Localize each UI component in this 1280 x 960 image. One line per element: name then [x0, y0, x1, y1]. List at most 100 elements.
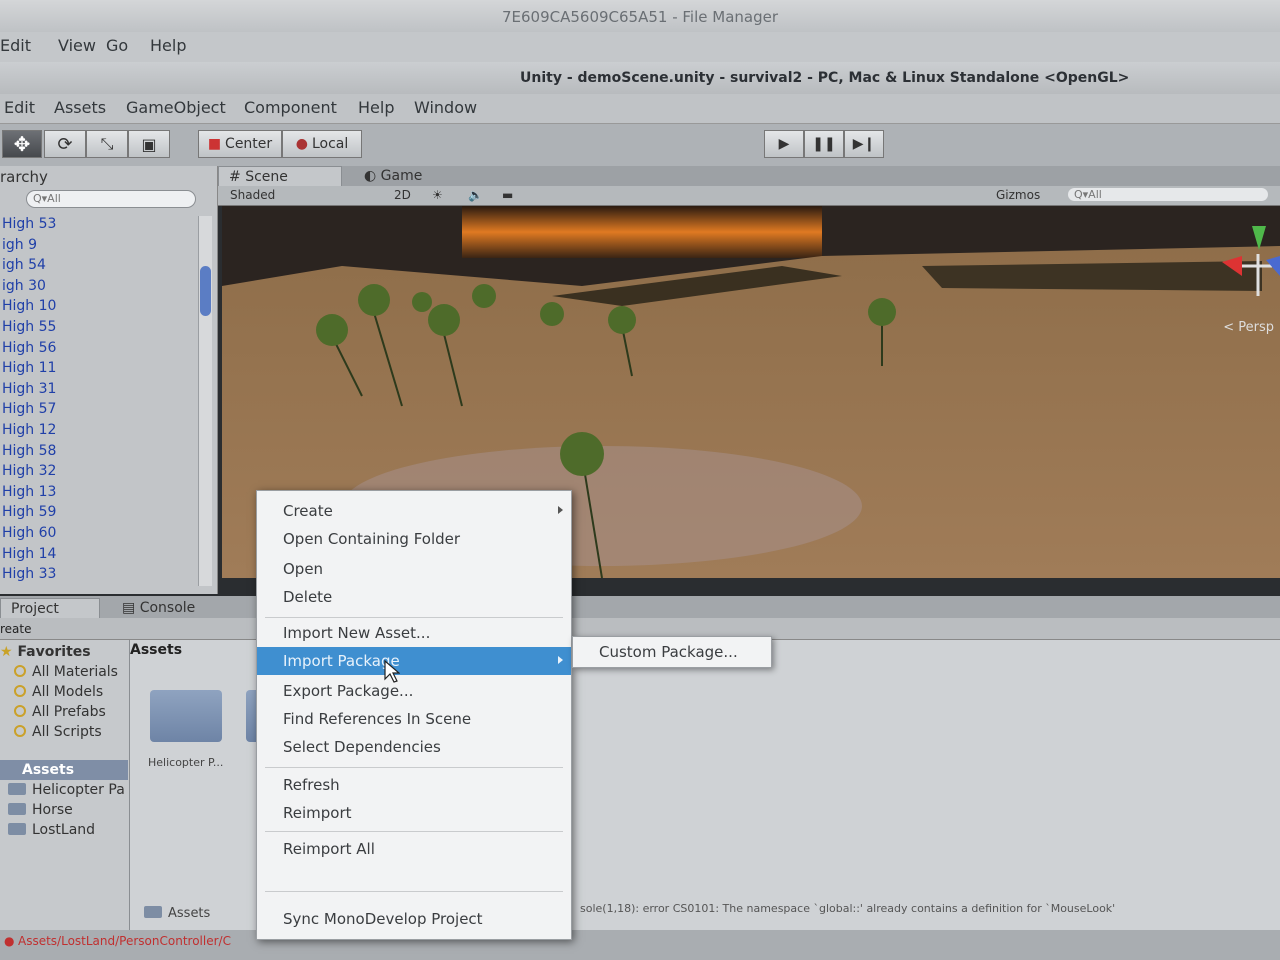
menu-item-open-containing-folder[interactable]: Open Containing Folder — [257, 525, 571, 553]
menu-item-select-dependencies[interactable]: Select Dependencies — [257, 733, 571, 761]
pivot-center-button[interactable]: ■ Center — [198, 130, 282, 158]
breadcrumb[interactable]: Assets — [130, 640, 182, 658]
menu-item-import-package[interactable]: Import Package — [257, 647, 571, 675]
project-tree: ★ Favorites All Materials All Models All… — [0, 640, 130, 930]
folder-label: Horse — [32, 802, 73, 818]
menu-item-custom-package[interactable]: Custom Package... — [599, 643, 738, 661]
favorites-header[interactable]: ★ Favorites — [0, 644, 91, 660]
step-button[interactable]: ▶❙ — [844, 130, 884, 158]
menu-gameobject[interactable]: GameObject — [126, 98, 226, 117]
rotate-tool-button[interactable]: ⟳ — [44, 130, 86, 158]
folder-label: LostLand — [32, 822, 96, 838]
favorite-label: All Scripts — [32, 724, 102, 740]
hierarchy-item[interactable]: High 14 — [0, 544, 200, 565]
pause-button[interactable]: ❚❚ — [804, 130, 844, 158]
status-bar[interactable]: ● Assets/LostLand/PersonController/C sol… — [0, 902, 1280, 960]
lighting-icon[interactable]: ☀ — [432, 188, 443, 202]
main-toolbar: ✥ ⟳ ⤡ ▣ ■ Center ● Local ▶ ❚❚ ▶❙ — [0, 124, 1280, 166]
hierarchy-item[interactable]: High 10 — [0, 296, 200, 317]
hierarchy-item[interactable]: High 59 — [0, 502, 200, 523]
folder-item[interactable]: Helicopter Pa — [8, 782, 125, 798]
shading-mode-dropdown[interactable]: Shaded — [230, 188, 275, 202]
star-icon: ★ — [0, 644, 13, 660]
menu-item-reimport-all[interactable]: Reimport All — [257, 835, 571, 863]
menu-item-open[interactable]: Open — [257, 555, 571, 583]
projection-label[interactable]: < Persp — [1223, 320, 1274, 335]
hierarchy-item[interactable]: High 32 — [0, 461, 200, 482]
tab-console[interactable]: ▤ Console — [112, 598, 205, 618]
hierarchy-item[interactable]: High 11 — [0, 358, 200, 379]
tab-scene[interactable]: # Scene — [218, 166, 342, 186]
hierarchy-item[interactable]: High 55 — [0, 317, 200, 338]
gizmos-dropdown[interactable]: Gizmos — [996, 188, 1040, 202]
hierarchy-item[interactable]: High 13 — [0, 482, 200, 503]
folder-item[interactable]: Horse — [8, 802, 73, 818]
menu-assets[interactable]: Assets — [54, 98, 106, 117]
hierarchy-tab[interactable]: rarchy — [0, 168, 48, 188]
hierarchy-item[interactable]: igh 30 — [0, 276, 200, 297]
rect-tool-button[interactable]: ▣ — [128, 130, 170, 158]
local-icon: ● — [295, 136, 308, 152]
mode-2d-toggle[interactable]: 2D — [394, 188, 411, 202]
menu-item-refresh[interactable]: Refresh — [257, 771, 571, 799]
hierarchy-item[interactable]: igh 9 — [0, 235, 200, 256]
scene-grid-icon: # — [229, 169, 241, 185]
tab-game[interactable]: ◐ Game — [354, 166, 432, 186]
menu-item-find-references[interactable]: Find References In Scene — [257, 705, 571, 733]
menu-item-delete[interactable]: Delete — [257, 583, 571, 611]
hierarchy-item[interactable]: High 31 — [0, 379, 200, 400]
scene-search-input[interactable]: Q▾All — [1068, 188, 1268, 201]
favorite-item[interactable]: All Scripts — [14, 724, 102, 740]
fm-menu-edit[interactable]: Edit — [0, 36, 31, 55]
hierarchy-item[interactable]: High 56 — [0, 338, 200, 359]
assets-root-item[interactable]: Assets — [0, 760, 128, 780]
move-icon: ✥ — [13, 132, 31, 156]
hierarchy-item[interactable]: High 53 — [0, 214, 200, 235]
hierarchy-item[interactable]: High 57 — [0, 399, 200, 420]
move-tool-button[interactable]: ✥ — [2, 130, 42, 158]
grid-item-label: Helicopter P... — [148, 756, 224, 769]
fm-menu-go[interactable]: Go — [106, 36, 128, 55]
pivot-local-button[interactable]: ● Local — [282, 130, 362, 158]
hierarchy-item[interactable]: High 12 — [0, 420, 200, 441]
favorite-item[interactable]: All Materials — [14, 664, 118, 680]
menu-item-create[interactable]: Create — [257, 497, 571, 525]
hierarchy-search-input[interactable]: Q▾All — [26, 190, 196, 208]
folder-item[interactable]: LostLand — [8, 822, 95, 838]
play-button[interactable]: ▶ — [764, 130, 804, 158]
menu-item-import-new-asset[interactable]: Import New Asset... — [257, 619, 571, 647]
favorites-label: Favorites — [17, 644, 91, 660]
menu-edit[interactable]: Edit — [4, 98, 35, 117]
tab-project[interactable]: Project — [0, 598, 100, 618]
favorite-item[interactable]: All Models — [14, 684, 103, 700]
menu-divider — [265, 767, 563, 768]
status-message: Assets/LostLand/PersonController/C — [18, 934, 231, 948]
menu-window[interactable]: Window — [414, 98, 477, 117]
hierarchy-item[interactable]: High 33 — [0, 564, 200, 585]
menu-item-export-package[interactable]: Export Package... — [257, 677, 571, 705]
hierarchy-item[interactable]: High 58 — [0, 441, 200, 462]
folder-icon — [8, 823, 26, 835]
hierarchy-item[interactable]: High 60 — [0, 523, 200, 544]
hierarchy-scrollbar[interactable] — [198, 216, 212, 586]
menu-item-reimport[interactable]: Reimport — [257, 799, 571, 827]
error-icon: ● — [4, 934, 15, 948]
footer-path: Assets — [144, 906, 210, 921]
menu-item-label: Import Package — [283, 652, 400, 670]
menu-component[interactable]: Component — [244, 98, 337, 117]
menu-item-sync-monodevelop[interactable]: Sync MonoDevelop Project — [257, 905, 571, 933]
menu-help[interactable]: Help — [358, 98, 394, 117]
fm-menu-help[interactable]: Help — [150, 36, 186, 55]
folder-icon[interactable] — [150, 690, 222, 742]
scale-tool-button[interactable]: ⤡ — [86, 130, 128, 158]
hierarchy-item[interactable]: igh 54 — [0, 255, 200, 276]
effects-icon[interactable]: ▬ — [502, 188, 513, 202]
scrollbar-thumb[interactable] — [200, 266, 211, 316]
create-dropdown[interactable]: reate — [0, 622, 32, 636]
footer-path-label: Assets — [168, 906, 211, 921]
menu-divider — [265, 831, 563, 832]
audio-icon[interactable]: 🔈 — [468, 188, 483, 202]
favorite-item[interactable]: All Prefabs — [14, 704, 106, 720]
scene-tabbar: # Scene ◐ Game — [218, 166, 1280, 186]
fm-menu-view[interactable]: View — [58, 36, 96, 55]
